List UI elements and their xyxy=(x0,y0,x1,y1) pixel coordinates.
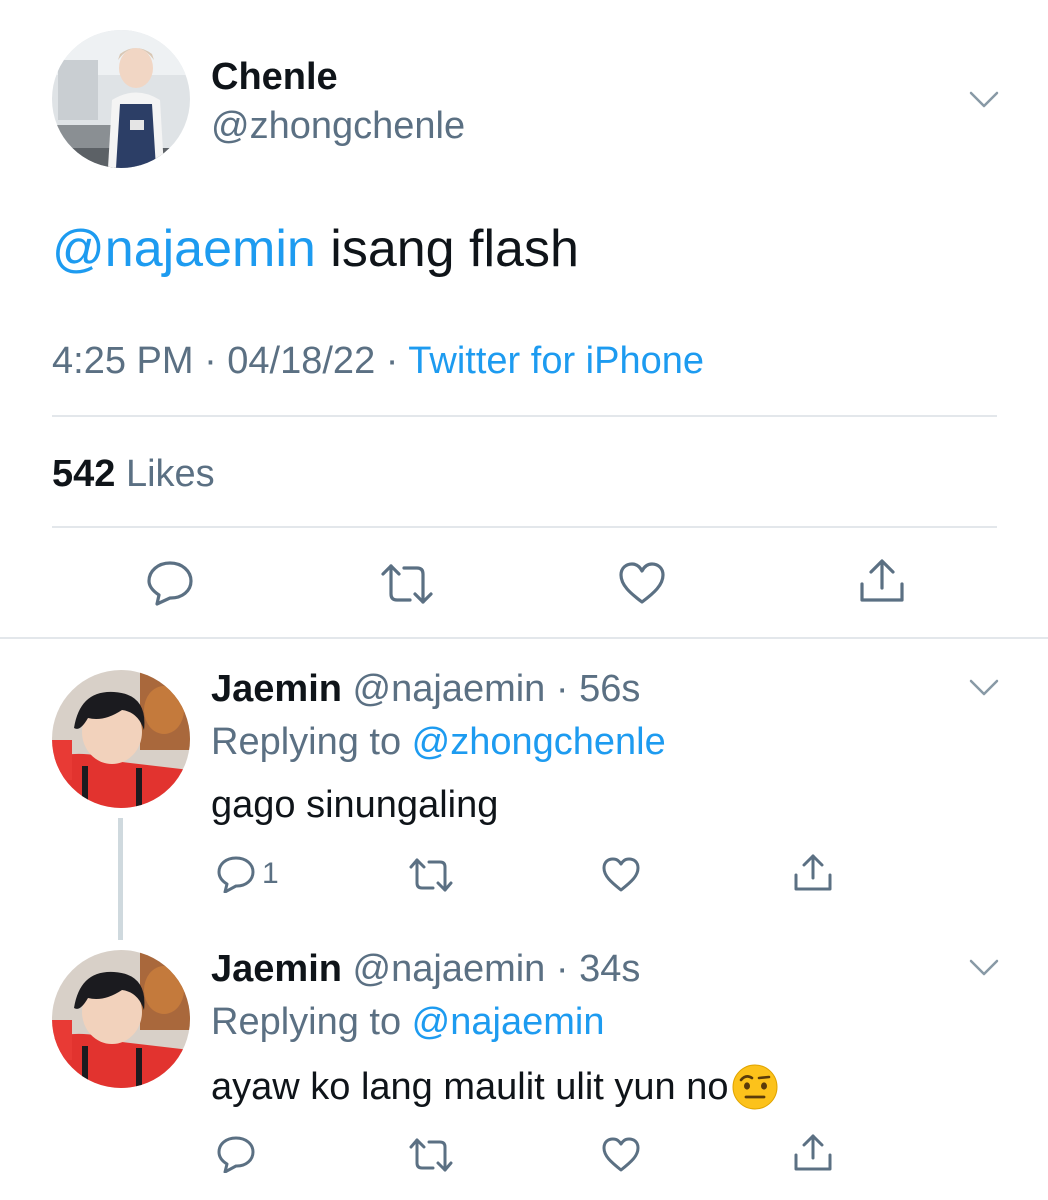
face-with-raised-eyebrow-icon xyxy=(731,1063,779,1111)
retweet-button[interactable] xyxy=(408,857,454,893)
replying-label: Replying to xyxy=(211,1001,412,1043)
heart-icon xyxy=(601,856,641,892)
reply-icon xyxy=(146,560,194,606)
mention-link[interactable]: @najaemin xyxy=(52,220,316,278)
likes-count: 542 xyxy=(52,453,116,495)
likes-summary[interactable]: 542 Likes xyxy=(52,452,215,496)
tweet-text: @najaemin isang flash xyxy=(52,218,579,280)
retweet-icon xyxy=(408,1137,454,1173)
share-button[interactable] xyxy=(793,853,833,893)
thread-connector xyxy=(118,818,123,940)
author-handle[interactable]: @najaemin · 56s xyxy=(342,668,641,710)
author-handle[interactable]: @najaemin · 34s xyxy=(342,948,641,990)
like-button[interactable] xyxy=(601,856,641,892)
likes-label: Likes xyxy=(115,453,215,495)
replying-to-link[interactable]: @zhongchenle xyxy=(412,721,666,763)
reply-header: Jaemin @najaemin · 34s xyxy=(211,947,640,991)
reply-button[interactable] xyxy=(216,1135,256,1173)
chevron-down-icon[interactable] xyxy=(969,678,999,698)
replying-to: Replying to @zhongchenle xyxy=(211,720,666,764)
reply-icon xyxy=(216,855,256,893)
heart-icon xyxy=(618,561,666,605)
avatar-chenle[interactable] xyxy=(52,30,190,168)
share-button[interactable] xyxy=(793,1133,833,1173)
reply-text: gago sinungaling xyxy=(211,783,498,827)
reply-body: ayaw ko lang maulit ulit yun no xyxy=(211,1066,729,1108)
chevron-down-icon[interactable] xyxy=(969,958,999,978)
share-button[interactable] xyxy=(858,558,906,606)
replying-to-link[interactable]: @najaemin xyxy=(412,1001,605,1043)
reply-button[interactable] xyxy=(146,560,194,606)
heart-icon xyxy=(601,1136,641,1172)
share-icon xyxy=(793,1133,833,1173)
tweet-source-link[interactable]: Twitter for iPhone xyxy=(408,340,704,382)
retweet-button[interactable] xyxy=(380,562,434,606)
divider xyxy=(52,526,997,528)
retweet-icon xyxy=(408,857,454,893)
tweet-meta: 4:25 PM · 04/18/22 · Twitter for iPhone xyxy=(52,338,704,384)
tweet-timestamp: 4:25 PM · 04/18/22 · xyxy=(52,340,409,382)
reply-button[interactable]: 1 xyxy=(216,855,279,893)
divider xyxy=(52,415,997,417)
reply-header: Jaemin @najaemin · 56s xyxy=(211,667,640,711)
like-button[interactable] xyxy=(601,1136,641,1172)
chevron-down-icon[interactable] xyxy=(969,90,999,110)
author-name[interactable]: Chenle xyxy=(211,55,338,99)
reply-icon xyxy=(216,1135,256,1173)
share-icon xyxy=(793,853,833,893)
divider xyxy=(0,637,1048,639)
author-name[interactable]: Jaemin xyxy=(211,668,342,710)
tweet-body: isang flash xyxy=(315,220,579,278)
avatar-jaemin[interactable] xyxy=(52,950,190,1088)
avatar-jaemin[interactable] xyxy=(52,670,190,808)
replying-label: Replying to xyxy=(211,721,412,763)
retweet-button[interactable] xyxy=(408,1137,454,1173)
reply-body: gago sinungaling xyxy=(211,784,499,826)
like-button[interactable] xyxy=(618,561,666,605)
author-name[interactable]: Jaemin xyxy=(211,948,342,990)
replying-to: Replying to @najaemin xyxy=(211,1000,604,1044)
reply-count: 1 xyxy=(262,857,279,890)
share-icon xyxy=(858,558,906,606)
tweet-thread-page: Chenle @zhongchenle @najaemin isang flas… xyxy=(0,0,1048,1200)
retweet-icon xyxy=(380,562,434,606)
author-handle[interactable]: @zhongchenle xyxy=(211,104,465,148)
reply-text: ayaw ko lang maulit ulit yun no xyxy=(211,1063,779,1111)
